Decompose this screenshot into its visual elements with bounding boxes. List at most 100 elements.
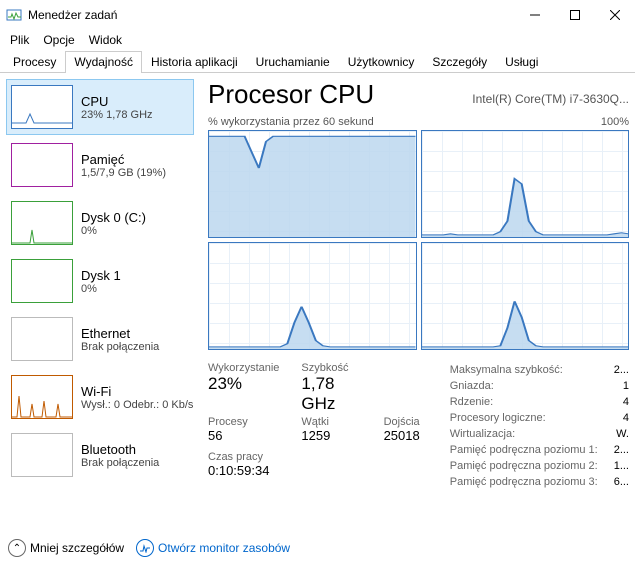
sidebar-memory-sub: 1,5/7,9 GB (19%) [81, 167, 166, 179]
value-utilization: 23% [208, 374, 279, 394]
value-processes: 56 [208, 428, 279, 443]
k-l1: Pamięć podręczna poziomu 1: [450, 442, 598, 458]
cpu-chart-3-svg [422, 243, 629, 349]
sidebar-item-disk0[interactable]: Dysk 0 (C:) 0% [6, 195, 194, 251]
thumb-bluetooth [11, 433, 73, 477]
chart-max: 100% [601, 116, 629, 128]
v-logical: 4 [623, 410, 629, 426]
sidebar-wifi-name: Wi-Fi [81, 384, 193, 399]
sidebar-bt-name: Bluetooth [81, 442, 159, 457]
value-uptime: 0:10:59:34 [208, 463, 420, 478]
label-speed: Szybkość [301, 362, 361, 374]
sidebar-cpu-sub: 23% 1,78 GHz [81, 109, 153, 121]
tab-apphistory[interactable]: Historia aplikacji [142, 51, 247, 73]
v-maxspeed: 2... [614, 362, 629, 378]
cpu-chart-2-svg [209, 243, 416, 349]
sidebar-disk0-name: Dysk 0 (C:) [81, 210, 146, 225]
sidebar-eth-name: Ethernet [81, 326, 159, 341]
label-processes: Procesy [208, 416, 279, 428]
sidebar-disk1-name: Dysk 1 [81, 268, 121, 283]
footer: ⌃ Mniej szczegółów Otwórz monitor zasobó… [0, 533, 635, 563]
chevron-up-icon: ⌃ [8, 539, 26, 557]
sidebar-disk0-sub: 0% [81, 225, 146, 237]
stats: Wykorzystanie 23% Szybkość 1,78 GHz Proc… [208, 362, 629, 490]
v-l2: 1... [614, 458, 629, 474]
detail-title: Procesor CPU [208, 79, 374, 110]
resource-monitor-button[interactable]: Otwórz monitor zasobów [136, 539, 290, 557]
k-cores: Rdzenie: [450, 394, 493, 410]
thumb-memory [11, 143, 73, 187]
value-speed: 1,78 GHz [301, 374, 361, 414]
v-sockets: 1 [623, 378, 629, 394]
sidebar-bt-sub: Brak połączenia [81, 457, 159, 469]
k-logical: Procesory logiczne: [450, 410, 546, 426]
content: CPU 23% 1,78 GHz Pamięć 1,5/7,9 GB (19%)… [0, 73, 635, 533]
label-handles: Dojścia [384, 416, 420, 428]
k-maxspeed: Maksymalna szybkość: [450, 362, 563, 378]
cpu-chart-grid [208, 130, 629, 350]
tab-startup[interactable]: Uruchamianie [247, 51, 339, 73]
sidebar-item-cpu[interactable]: CPU 23% 1,78 GHz [6, 79, 194, 135]
k-l2: Pamięć podręczna poziomu 2: [450, 458, 598, 474]
sidebar-disk1-sub: 0% [81, 283, 121, 295]
tab-details[interactable]: Szczegóły [423, 51, 496, 73]
label-utilization: Wykorzystanie [208, 362, 279, 374]
detail-model: Intel(R) Core(TM) i7-3630Q... [472, 92, 629, 106]
chart-caption: % wykorzystania przez 60 sekund [208, 116, 374, 128]
sidebar-item-ethernet[interactable]: Ethernet Brak połączenia [6, 311, 194, 367]
label-uptime: Czas pracy [208, 451, 420, 463]
resource-monitor-icon [136, 539, 154, 557]
value-handles: 25018 [384, 428, 420, 443]
fewer-details-label: Mniej szczegółów [30, 541, 124, 555]
v-cores: 4 [623, 394, 629, 410]
value-threads: 1259 [301, 428, 361, 443]
cpu-chart-1[interactable] [421, 130, 630, 238]
detail-header: Procesor CPU Intel(R) Core(TM) i7-3630Q.… [208, 79, 629, 110]
tab-services[interactable]: Usługi [496, 51, 547, 73]
cpu-chart-0-svg [209, 131, 416, 237]
cpu-chart-2[interactable] [208, 242, 417, 350]
fewer-details-button[interactable]: ⌃ Mniej szczegółów [8, 539, 124, 557]
maximize-button[interactable] [555, 0, 595, 30]
sidebar: CPU 23% 1,78 GHz Pamięć 1,5/7,9 GB (19%)… [0, 73, 198, 533]
thumb-wifi [11, 375, 73, 419]
sidebar-item-wifi[interactable]: Wi-Fi Wysł.: 0 Odebr.: 0 Kb/s [6, 369, 194, 425]
chart-caption-row: % wykorzystania przez 60 sekund 100% [208, 116, 629, 128]
sidebar-memory-name: Pamięć [81, 152, 166, 167]
menu-view[interactable]: Widok [83, 31, 128, 49]
thumb-disk1 [11, 259, 73, 303]
v-l3: 6... [614, 474, 629, 490]
k-l3: Pamięć podręczna poziomu 3: [450, 474, 598, 490]
cpu-chart-1-svg [422, 131, 629, 237]
minimize-button[interactable] [515, 0, 555, 30]
sidebar-cpu-name: CPU [81, 94, 153, 109]
resource-monitor-label: Otwórz monitor zasobów [158, 541, 290, 555]
tab-users[interactable]: Użytkownicy [339, 51, 424, 73]
tab-performance[interactable]: Wydajność [65, 51, 142, 73]
menu-options[interactable]: Opcje [37, 31, 80, 49]
thumb-disk0 [11, 201, 73, 245]
detail-pane: Procesor CPU Intel(R) Core(TM) i7-3630Q.… [198, 73, 635, 533]
window-title: Menedżer zadań [28, 8, 515, 22]
label-threads: Wątki [301, 416, 361, 428]
sidebar-wifi-sub: Wysł.: 0 Odebr.: 0 Kb/s [81, 399, 193, 411]
sidebar-item-bluetooth[interactable]: Bluetooth Brak połączenia [6, 427, 194, 483]
sidebar-item-memory[interactable]: Pamięć 1,5/7,9 GB (19%) [6, 137, 194, 193]
tabbar: Procesy Wydajność Historia aplikacji Uru… [0, 50, 635, 73]
sidebar-eth-sub: Brak połączenia [81, 341, 159, 353]
stats-right: Maksymalna szybkość:2... Gniazda:1 Rdzen… [450, 362, 629, 490]
menu-file[interactable]: Plik [4, 31, 35, 49]
cpu-chart-3[interactable] [421, 242, 630, 350]
app-icon [6, 7, 22, 23]
v-virt: W. [616, 426, 629, 442]
titlebar: Menedżer zadań [0, 0, 635, 30]
thumb-cpu [11, 85, 73, 129]
sidebar-item-disk1[interactable]: Dysk 1 0% [6, 253, 194, 309]
k-virt: Wirtualizacja: [450, 426, 515, 442]
cpu-chart-0[interactable] [208, 130, 417, 238]
menubar: Plik Opcje Widok [0, 30, 635, 50]
thumb-ethernet [11, 317, 73, 361]
v-l1: 2... [614, 442, 629, 458]
close-button[interactable] [595, 0, 635, 30]
tab-processes[interactable]: Procesy [4, 51, 65, 73]
